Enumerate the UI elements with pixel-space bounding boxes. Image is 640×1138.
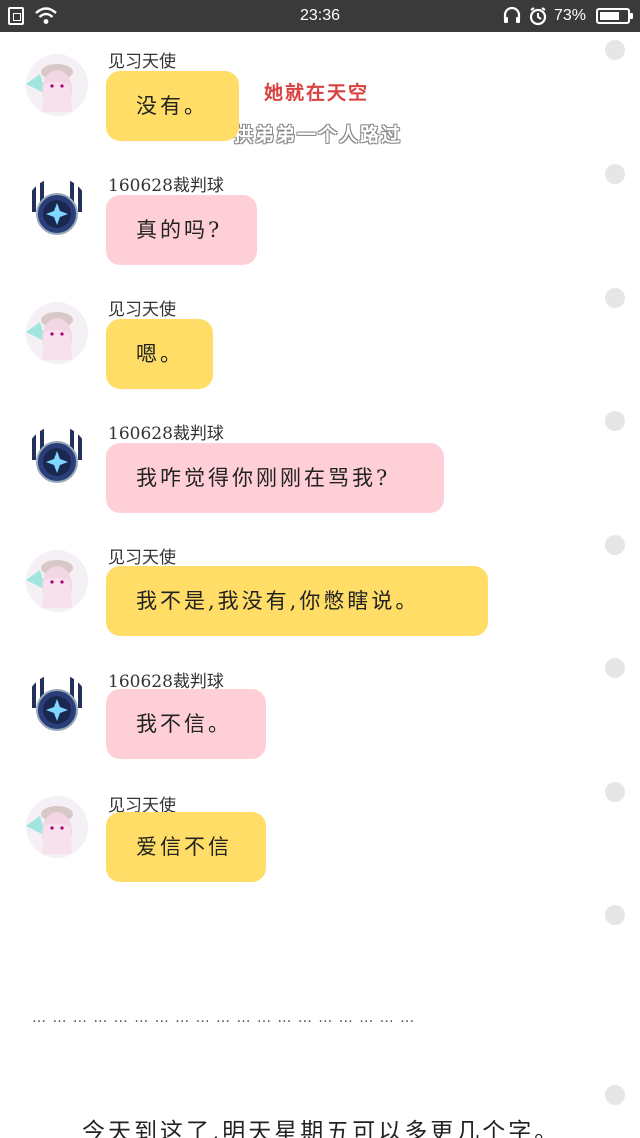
battery-percent: 73% [554, 7, 587, 24]
scroll-dot[interactable] [605, 411, 625, 431]
scroll-dot[interactable] [605, 782, 625, 802]
message-bubble[interactable]: 没有。 [106, 71, 239, 141]
referee-ball-avatar[interactable] [26, 178, 88, 240]
footer-note: 今天到这了,明天星期五可以多更几个字。 [82, 1119, 561, 1138]
sender-name: 见习天使 [108, 300, 176, 320]
message-bubble[interactable]: 我不信。 [106, 689, 266, 759]
referee-ball-avatar[interactable] [26, 426, 88, 488]
message-bubble[interactable]: 嗯。 [106, 319, 213, 389]
scroll-dot[interactable] [605, 40, 625, 60]
angel-avatar[interactable] [26, 550, 88, 612]
sender-name: 160628裁判球 [108, 176, 224, 196]
sender-name: 见习天使 [108, 548, 176, 568]
scroll-dot[interactable] [605, 905, 625, 925]
ellipsis-separator: … … … … … … … … … … … … … … … … … … … [32, 1010, 416, 1026]
headset-icon [502, 0, 522, 32]
watermark-subtitle: 拱弟弟一个人路过 [234, 124, 403, 146]
message-bubble[interactable]: 我咋觉得你刚刚在骂我? [106, 443, 444, 513]
scroll-dot[interactable] [605, 164, 625, 184]
status-bar: 23:36 73% [0, 0, 640, 32]
message-bubble[interactable]: 我不是,我没有,你憋瞎说。 [106, 566, 488, 636]
battery-icon [596, 8, 633, 24]
alarm-icon [528, 0, 548, 32]
sender-name: 160628裁判球 [108, 424, 224, 444]
angel-avatar[interactable] [26, 796, 88, 858]
scroll-dot[interactable] [605, 288, 625, 308]
message-bubble[interactable]: 真的吗? [106, 195, 257, 265]
message-bubble[interactable]: 爱信不信 [106, 812, 266, 882]
referee-ball-avatar[interactable] [26, 674, 88, 736]
scroll-dot[interactable] [605, 658, 625, 678]
battery-fill [600, 12, 619, 20]
scroll-dot[interactable] [605, 1085, 625, 1105]
angel-avatar[interactable] [26, 302, 88, 364]
angel-avatar[interactable] [26, 54, 88, 116]
scroll-dot[interactable] [605, 535, 625, 555]
watermark-title: 她就在天空 [264, 82, 370, 104]
sender-name: 见习天使 [108, 52, 176, 72]
